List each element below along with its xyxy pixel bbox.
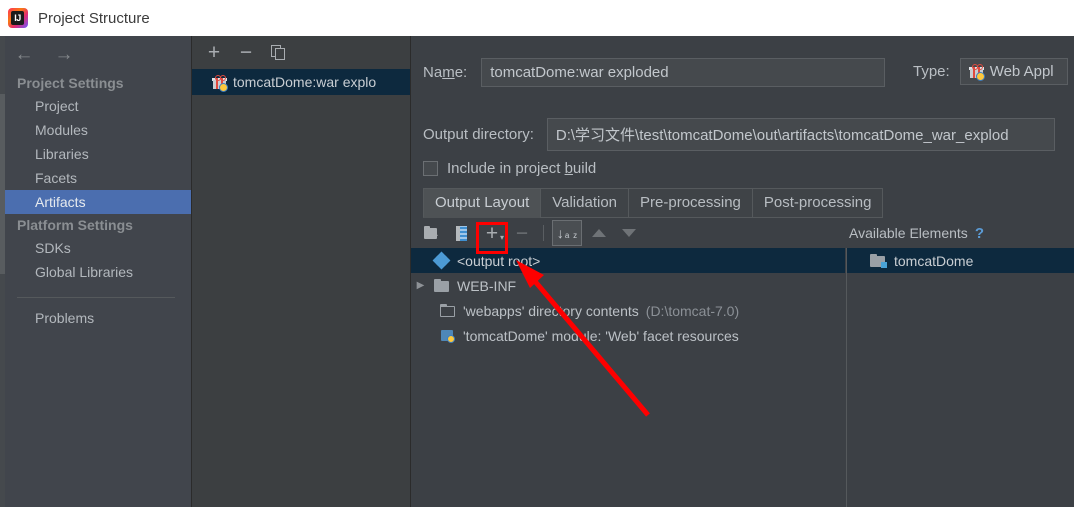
sort-arrow-label: ↓ (557, 227, 564, 240)
module-folder-icon (870, 254, 887, 268)
artifact-gift-icon (969, 64, 984, 79)
sidebar-item-problems[interactable]: Problems (5, 306, 191, 330)
sidebar-item-sdks[interactable]: SDKs (5, 236, 191, 260)
move-down-button[interactable] (614, 221, 644, 245)
arrow-up-icon (592, 229, 606, 237)
help-question-icon[interactable]: ? (975, 225, 984, 242)
sort-z-label: z (573, 231, 577, 240)
module-facet-icon (440, 329, 456, 343)
detail-tabs: Output Layout Validation Pre-processing … (423, 188, 883, 218)
sidebar-item-modules[interactable]: Modules (5, 118, 191, 142)
sidebar-group-project-settings: Project Settings (5, 72, 191, 94)
title-bar: IJ Project Structure (0, 0, 1074, 36)
sidebar-item-facets[interactable]: Facets (5, 166, 191, 190)
tree-twisty-expand-icon[interactable]: ▶ (414, 280, 427, 291)
sidebar-nav-toolbar: ← → (5, 36, 191, 72)
tree-row-label: WEB-INF (457, 278, 516, 294)
name-row: Name: tomcatDome:war exploded (423, 58, 885, 87)
artifacts-list-toolbar: + − (192, 36, 411, 69)
available-elements-title: Available Elements (849, 225, 968, 241)
add-artifact-button[interactable]: + (198, 39, 230, 67)
name-input[interactable]: tomcatDome:war exploded (481, 58, 885, 87)
minus-icon: − (240, 42, 252, 63)
artifacts-list-panel: + − tomcatDome:war explo (191, 36, 411, 507)
add-element-button[interactable]: + ▾ (477, 221, 507, 245)
tree-row-web-inf[interactable]: ▶ WEB-INF (411, 273, 845, 298)
include-in-build-row[interactable]: Include in project build (423, 160, 596, 177)
create-directory-button[interactable]: + (417, 221, 447, 245)
intellij-idea-logo-icon: IJ (8, 8, 28, 28)
artifact-list-item[interactable]: tomcatDome:war explo (192, 69, 411, 95)
jar-archive-icon (456, 226, 468, 241)
output-directory-row: Output directory: D:\学习文件\test\tomcatDom… (423, 118, 1055, 151)
tree-row-module-facet-resources[interactable]: 'tomcatDome' module: 'Web' facet resourc… (411, 323, 845, 348)
tab-output-layout[interactable]: Output Layout (423, 188, 540, 218)
settings-sidebar: ← → Project Settings Project Modules Lib… (5, 36, 191, 507)
sidebar-item-artifacts[interactable]: Artifacts (5, 190, 191, 214)
remove-element-button[interactable]: − (507, 221, 537, 245)
available-elements-header: Available Elements ? (845, 218, 1074, 248)
artifact-detail-panel: Name: tomcatDome:war exploded Type: Web … (410, 36, 1074, 507)
minus-icon: − (516, 223, 528, 244)
sort-a-label: a (565, 231, 569, 240)
tree-row-suffix: (D:\tomcat-7.0) (646, 303, 739, 319)
plus-icon: + (486, 223, 498, 244)
output-root-diamond-icon (434, 254, 450, 268)
name-label: Name: (423, 64, 467, 81)
tab-post-processing[interactable]: Post-processing (752, 188, 884, 218)
arrow-down-icon (622, 229, 636, 237)
artifact-list-item-label: tomcatDome:war explo (233, 74, 376, 90)
folder-icon (434, 279, 450, 292)
artifact-gift-icon (212, 75, 227, 90)
include-in-build-label: Include in project build (447, 160, 596, 177)
move-up-button[interactable] (584, 221, 614, 245)
project-structure-dialog: IJ Project Structure ← → Project Setting… (0, 0, 1074, 507)
available-elements-tree: tomcatDome (846, 248, 1074, 507)
tree-row-label: 'webapps' directory contents (463, 303, 639, 319)
sidebar-item-global-libraries[interactable]: Global Libraries (5, 260, 191, 284)
remove-artifact-button[interactable]: − (230, 39, 262, 67)
sidebar-item-project[interactable]: Project (5, 94, 191, 118)
window-title: Project Structure (38, 10, 150, 27)
sort-az-icon: ↓ a z (552, 220, 582, 246)
output-directory-input[interactable]: D:\学习文件\test\tomcatDome\out\artifacts\to… (547, 118, 1055, 151)
type-label: Type: (913, 63, 950, 80)
sort-button[interactable]: ↓ a z (550, 221, 584, 245)
tab-pre-processing[interactable]: Pre-processing (628, 188, 752, 218)
copy-artifact-button[interactable] (262, 39, 294, 67)
folder-add-icon: + (424, 226, 441, 240)
create-archive-button[interactable] (447, 221, 477, 245)
type-combobox[interactable]: Web Appl (960, 58, 1068, 85)
output-directory-label: Output directory: (423, 126, 534, 143)
tree-row-output-root[interactable]: <output root> (411, 248, 845, 273)
available-element-item[interactable]: tomcatDome (847, 248, 1074, 273)
include-in-build-checkbox[interactable] (423, 161, 438, 176)
tree-row-label: <output root> (457, 253, 540, 269)
folder-outline-icon (440, 304, 456, 317)
sidebar-item-libraries[interactable]: Libraries (5, 142, 191, 166)
plus-icon: + (208, 42, 220, 63)
forward-arrow-icon[interactable]: → (53, 45, 75, 64)
available-element-label: tomcatDome (894, 253, 973, 269)
tree-row-label: 'tomcatDome' module: 'Web' facet resourc… (463, 328, 739, 344)
back-arrow-icon[interactable]: ← (13, 45, 35, 64)
chevron-down-icon: ▾ (500, 233, 504, 242)
tree-row-webapps-directory[interactable]: 'webapps' directory contents (D:\tomcat-… (411, 298, 845, 323)
type-row: Type: Web Appl (913, 58, 1068, 85)
sidebar-divider (17, 297, 175, 298)
sidebar-group-platform-settings: Platform Settings (5, 214, 191, 236)
copy-icon (271, 45, 285, 60)
toolbar-separator (543, 225, 544, 241)
tab-validation[interactable]: Validation (540, 188, 628, 218)
output-layout-tree: <output root> ▶ WEB-INF 'webapps' direct… (411, 248, 845, 507)
type-combobox-value: Web Appl (990, 63, 1054, 80)
